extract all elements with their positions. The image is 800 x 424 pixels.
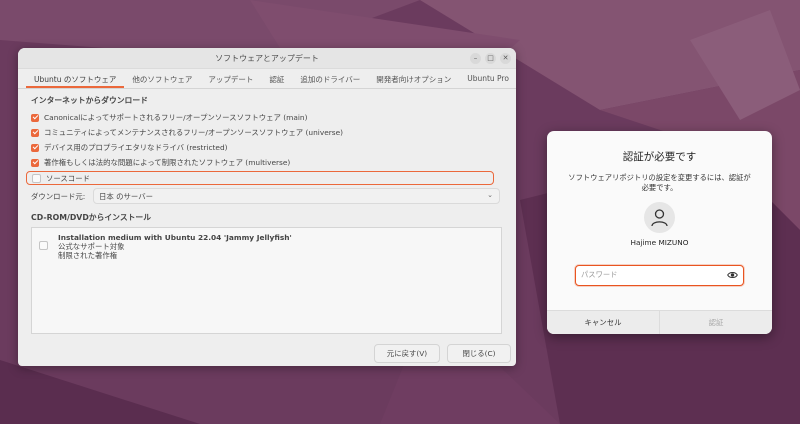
window-buttons: 元に戻す(V) 閉じる(C) xyxy=(374,344,511,363)
download-from-row: ダウンロード元: 日本 のサーバー ⌄ xyxy=(31,188,503,204)
authentication-dialog: 認証が必要です ソフトウェアリポジトリの設定を変更するには、認証が 必要です。 … xyxy=(547,131,772,334)
window-titlebar[interactable]: ソフトウェアとアップデート – □ ✕ xyxy=(18,48,516,69)
repo-universe-checkbox[interactable]: コミュニティによってメンテナンスされるフリー/オープンソースソフトウェア (un… xyxy=(31,125,503,140)
tab-developer-options[interactable]: 開発者向けオプション xyxy=(368,69,459,88)
download-server-select[interactable]: 日本 のサーバー ⌄ xyxy=(93,188,500,204)
cdrom-item-line1: 公式なサポート対象 xyxy=(58,242,125,251)
auth-buttons: キャンセル 認証 xyxy=(547,310,772,334)
repo-label: コミュニティによってメンテナンスされるフリー/オープンソースソフトウェア (un… xyxy=(44,128,344,137)
checkbox-unchecked-icon[interactable] xyxy=(32,173,41,183)
checkbox-checked-icon[interactable] xyxy=(31,113,39,122)
password-input[interactable] xyxy=(576,266,721,283)
repo-label: デバイス用のプロプライエタリなドライバ (restricted) xyxy=(44,143,228,152)
tab-authentication[interactable]: 認証 xyxy=(261,69,292,88)
auth-message-line1: ソフトウェアリポジトリの設定を変更するには、認証が xyxy=(568,173,751,182)
tab-content: インターネットからダウンロード Canonicalによってサポートされるフリー/… xyxy=(18,89,516,337)
maximize-icon[interactable]: □ xyxy=(485,53,496,64)
cdrom-section-title: CD-ROM/DVDからインストール xyxy=(31,213,152,222)
close-button[interactable]: 閉じる(C) xyxy=(447,344,511,363)
auth-heading: 認証が必要です xyxy=(622,151,697,163)
repo-restricted-checkbox[interactable]: デバイス用のプロプライエタリなドライバ (restricted) xyxy=(31,140,503,155)
cdrom-item-title: Installation medium with Ubuntu 22.04 'J… xyxy=(58,233,292,242)
close-icon[interactable]: ✕ xyxy=(500,53,511,64)
repo-label: Canonicalによってサポートされるフリー/オープンソースソフトウェア (m… xyxy=(44,113,308,122)
user-name: Hajime MIZUNO xyxy=(630,238,689,247)
download-server-value: 日本 のサーバー xyxy=(99,191,154,201)
minimize-icon[interactable]: – xyxy=(470,53,481,64)
cdrom-list: Installation medium with Ubuntu 22.04 'J… xyxy=(31,227,502,334)
window-title: ソフトウェアとアップデート xyxy=(215,54,319,63)
authenticate-button[interactable]: 認証 xyxy=(660,311,772,334)
checkbox-checked-icon[interactable] xyxy=(31,128,39,137)
revert-button[interactable]: 元に戻す(V) xyxy=(374,344,440,363)
avatar xyxy=(644,202,675,233)
repo-multiverse-checkbox[interactable]: 著作権もしくは法的な問題によって制限されたソフトウェア (multiverse) xyxy=(31,155,503,170)
cdrom-item-line2: 制限された著作権 xyxy=(58,251,118,260)
auth-message: ソフトウェアリポジトリの設定を変更するには、認証が 必要です。 xyxy=(547,173,772,192)
software-updates-window: ソフトウェアとアップデート – □ ✕ Ubuntu のソフトウェア 他のソフト… xyxy=(18,48,516,366)
download-section-title: インターネットからダウンロード xyxy=(31,96,148,105)
tab-additional-drivers[interactable]: 追加のドライバー xyxy=(292,69,368,88)
checkbox-unchecked-icon[interactable] xyxy=(39,241,48,250)
user-icon xyxy=(651,209,668,227)
password-field[interactable] xyxy=(575,265,744,286)
tab-updates[interactable]: アップデート xyxy=(200,69,261,88)
auth-message-line2: 必要です。 xyxy=(641,182,678,192)
repo-label: 著作権もしくは法的な問題によって制限されたソフトウェア (multiverse) xyxy=(44,158,291,167)
repo-label: ソースコード xyxy=(46,173,90,183)
tab-ubuntu-software[interactable]: Ubuntu のソフトウェア xyxy=(26,69,125,88)
show-password-icon[interactable] xyxy=(727,270,738,280)
repo-main-checkbox[interactable]: Canonicalによってサポートされるフリー/オープンソースソフトウェア (m… xyxy=(31,110,503,125)
checkbox-checked-icon[interactable] xyxy=(31,158,39,167)
chevron-down-icon: ⌄ xyxy=(487,191,493,199)
download-from-label: ダウンロード元: xyxy=(31,191,86,201)
source-code-checkbox[interactable]: ソースコード xyxy=(26,171,494,185)
tab-ubuntu-pro[interactable]: Ubuntu Pro xyxy=(459,69,516,88)
tab-bar: Ubuntu のソフトウェア 他のソフトウェア アップデート 認証 追加のドライ… xyxy=(18,69,516,89)
checkbox-checked-icon[interactable] xyxy=(31,143,39,152)
cancel-button[interactable]: キャンセル xyxy=(547,311,660,334)
cdrom-item[interactable]: Installation medium with Ubuntu 22.04 'J… xyxy=(39,233,292,260)
tab-other-software[interactable]: 他のソフトウェア xyxy=(124,69,200,88)
